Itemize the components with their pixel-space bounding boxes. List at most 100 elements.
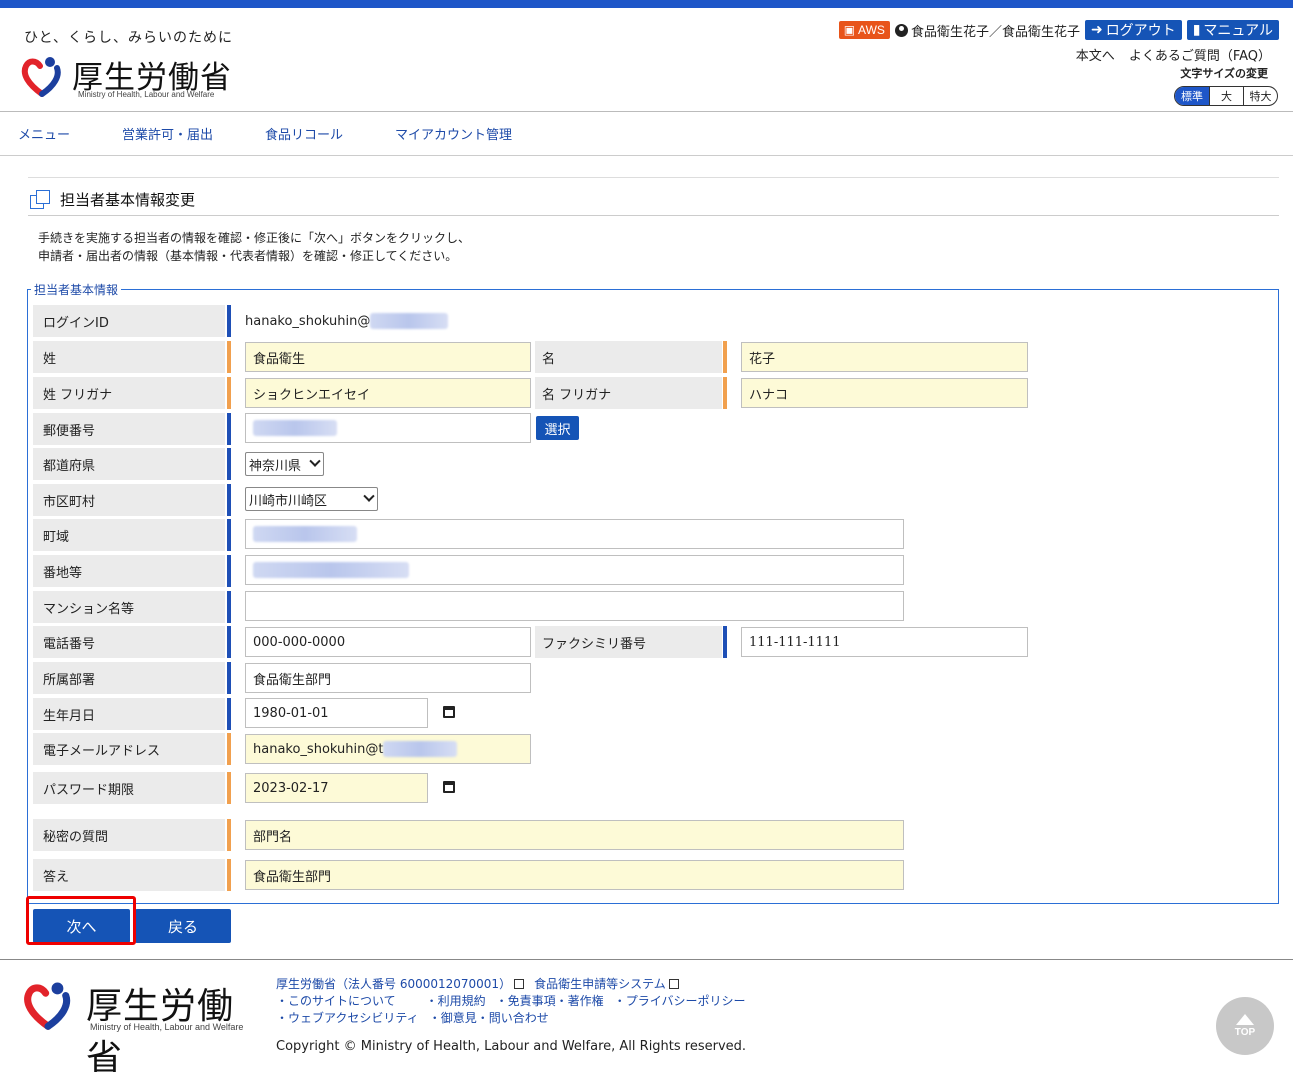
city-select[interactable]: 川崎市川崎区: [245, 487, 378, 511]
dept-label: 所属部署: [33, 662, 225, 694]
window-icon: [30, 190, 50, 209]
back-button[interactable]: 戻る: [135, 909, 231, 943]
optional-marker: [227, 305, 231, 337]
answer-label: 答え: [33, 859, 225, 891]
banchi-input[interactable]: [245, 555, 904, 585]
footer-link-terms[interactable]: ・利用規約: [426, 993, 486, 1010]
fax-input[interactable]: 111-111-1111: [741, 627, 1028, 657]
logout-icon: ➜: [1090, 22, 1103, 38]
nav-my-account[interactable]: マイアカウント管理: [377, 124, 530, 143]
book-icon: ▮: [1192, 22, 1201, 38]
calendar-icon[interactable]: [443, 781, 455, 793]
footer-logo[interactable]: 厚生労働省 Ministry of Health, Labour and Wel…: [22, 977, 262, 1072]
postal-label: 郵便番号: [33, 413, 225, 445]
required-marker: [227, 377, 231, 409]
user-icon: [894, 23, 908, 37]
prefecture-select[interactable]: 神奈川県: [245, 452, 324, 476]
sei-input[interactable]: 食品衛生: [245, 342, 531, 372]
footer-link-contact[interactable]: ・御意見・問い合わせ: [429, 1010, 549, 1027]
arrow-up-icon: [1236, 1014, 1254, 1025]
answer-input[interactable]: 食品衛生部門: [245, 860, 904, 890]
back-to-top-button[interactable]: TOP: [1216, 997, 1274, 1055]
login-id-label: ログインID: [33, 305, 225, 337]
required-marker: [723, 341, 727, 373]
user-toolbar: ▣ AWS 食品衛生花子／食品衛生花子 ➜ ログアウト ▮ マニュアル: [838, 20, 1279, 40]
birthdate-input[interactable]: 1980-01-01: [245, 698, 428, 728]
calendar-icon[interactable]: [443, 706, 455, 718]
password-expiry-input[interactable]: 2023-02-17: [245, 773, 428, 803]
header-links: 本文へ よくあるご質問（FAQ）: [1076, 45, 1271, 64]
redacted-text: [253, 526, 357, 542]
optional-marker: [227, 555, 231, 587]
redacted-text: [370, 313, 449, 329]
town-label: 町域: [33, 519, 225, 551]
email-input[interactable]: hanako_shokuhin@t: [245, 734, 531, 764]
current-user: 食品衛生花子／食品衛生花子: [894, 21, 1080, 40]
prefecture-label: 都道府県: [33, 448, 225, 480]
dept-input[interactable]: 食品衛生部門: [245, 663, 531, 693]
required-marker: [723, 377, 727, 409]
postal-select-button[interactable]: 選択: [536, 416, 579, 440]
required-marker: [227, 859, 231, 891]
title-top-rule: [28, 177, 1279, 178]
logo-english: Ministry of Health, Labour and Welfare: [78, 90, 215, 99]
chevron-down-icon: [309, 455, 321, 467]
optional-marker: [723, 626, 727, 658]
sei-label: 姓: [33, 341, 225, 373]
nav-food-recall[interactable]: 食品リコール: [247, 124, 377, 143]
title-underline: [28, 215, 1279, 216]
secret-question-input[interactable]: 部門名: [245, 820, 904, 850]
top-accent-bar: [0, 0, 1293, 8]
town-input[interactable]: [245, 519, 904, 549]
nav-menu[interactable]: メニュー: [0, 124, 104, 143]
redacted-text: [383, 741, 458, 757]
copyright: Copyright © Ministry of Health, Labour a…: [276, 1039, 747, 1054]
page-title: 担当者基本情報変更: [30, 186, 195, 212]
mansion-label: マンション名等: [33, 591, 225, 623]
sei-kana-input[interactable]: ショクヒンエイセイ: [245, 378, 531, 408]
optional-marker: [227, 413, 231, 445]
instructions: 手続きを実施する担当者の情報を確認・修正後に「次へ」ボタンをクリックし、 申請者…: [38, 231, 471, 263]
footer-link-disclaimer[interactable]: ・免責事項・著作権: [496, 993, 604, 1010]
site-header: ひと、くらし、みらいのために 厚生労働省 Ministry of Health,…: [0, 8, 1293, 112]
email-label: 電子メールアドレス: [33, 733, 225, 765]
mei-input[interactable]: 花子: [741, 342, 1028, 372]
postal-input[interactable]: [245, 413, 531, 443]
textsize-label: 文字サイズの変更: [1180, 67, 1268, 80]
footer-link-about[interactable]: ・このサイトについて: [276, 993, 396, 1010]
sei-kana-label: 姓 フリガナ: [33, 377, 225, 409]
logout-button[interactable]: ➜ ログアウト: [1084, 20, 1182, 40]
nav-business-permit[interactable]: 営業許可・届出: [104, 124, 247, 143]
redacted-text: [253, 420, 337, 436]
manual-button[interactable]: ▮ マニュアル: [1186, 20, 1279, 40]
main-nav: メニュー 営業許可・届出 食品リコール マイアカウント管理: [0, 112, 1293, 156]
tel-input[interactable]: 000-000-0000: [245, 627, 531, 657]
footer-logo-english: Ministry of Health, Labour and Welfare: [90, 1022, 244, 1032]
mei-kana-input[interactable]: ハナコ: [741, 378, 1028, 408]
city-label: 市区町村: [33, 484, 225, 516]
login-id-value: hanako_shokuhin@: [245, 306, 449, 336]
footer-link-privacy[interactable]: ・プライバシーポリシー: [614, 993, 746, 1010]
next-button-highlight: [26, 896, 136, 945]
mhlw-logo[interactable]: 厚生労働省 Ministry of Health, Labour and Wel…: [20, 52, 250, 102]
mei-label: 名: [535, 341, 722, 373]
optional-marker: [227, 591, 231, 623]
faq-link[interactable]: よくあるご質問（FAQ）: [1129, 45, 1271, 64]
footer-system-link[interactable]: 食品衛生申請等システム: [534, 976, 679, 993]
footer-org-link[interactable]: 厚生労働省（法人番号 6000012070001）: [276, 976, 525, 993]
mhlw-logo-icon: [21, 57, 61, 97]
textsize-xlarge[interactable]: 特大: [1243, 87, 1277, 105]
password-expiry-label: パスワード期限: [33, 772, 225, 804]
mansion-input[interactable]: [245, 591, 904, 621]
textsize-standard[interactable]: 標準: [1175, 87, 1209, 105]
optional-marker: [227, 519, 231, 551]
id-card-icon: ▣: [843, 23, 856, 37]
optional-marker: [227, 448, 231, 480]
optional-marker: [227, 662, 231, 694]
footer-link-accessibility[interactable]: ・ウェブアクセシビリティ: [276, 1010, 419, 1027]
optional-marker: [227, 484, 231, 516]
skip-to-main-link[interactable]: 本文へ: [1076, 45, 1115, 64]
fieldset-legend: 担当者基本情報: [31, 281, 122, 298]
textsize-large[interactable]: 大: [1209, 87, 1243, 105]
required-marker: [227, 819, 231, 851]
